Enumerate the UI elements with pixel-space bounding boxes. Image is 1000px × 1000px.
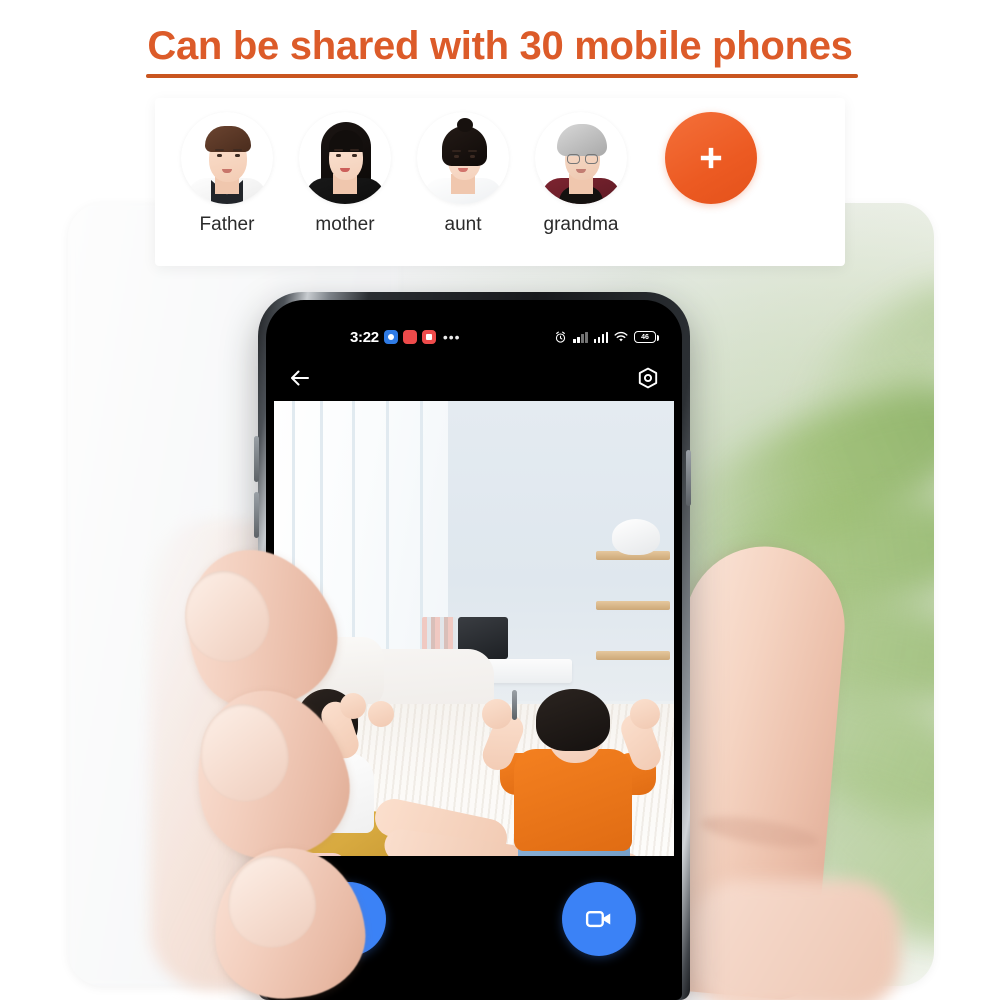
battery-charging-icon: 46 — [634, 331, 659, 343]
messenger-badge-icon — [383, 330, 398, 344]
boy-hand — [482, 699, 512, 729]
volume-button[interactable] — [512, 690, 517, 720]
contact-item-mother[interactable]: mother — [299, 112, 391, 236]
wall-shelf — [596, 651, 670, 660]
contact-item-father[interactable]: Father — [181, 112, 273, 236]
volume-up-button[interactable] — [254, 436, 259, 482]
shared-contacts-card: Father mother aunt grandma — [155, 98, 845, 266]
video-camera-icon — [585, 910, 611, 928]
plus-icon — [700, 147, 722, 169]
page-title: Can be shared with 30 mobile phones — [147, 24, 853, 68]
app-bar — [266, 354, 682, 402]
father-avatar — [181, 112, 273, 204]
alarm-clock-icon — [555, 331, 566, 343]
alert-badge-icon — [402, 330, 417, 344]
contact-label: aunt — [444, 214, 482, 235]
mother-avatar — [299, 112, 391, 204]
boy-hair — [536, 689, 610, 751]
avatar[interactable] — [181, 112, 273, 204]
avatar[interactable] — [535, 112, 627, 204]
contact-label: Father — [199, 214, 255, 235]
aunt-avatar — [417, 112, 509, 204]
wifi-icon — [614, 331, 628, 342]
contact-label: grandma — [543, 214, 619, 235]
recorder-badge-icon — [421, 330, 436, 344]
add-contact-button[interactable] — [665, 112, 757, 204]
avatar[interactable] — [417, 112, 509, 204]
back-arrow-icon[interactable] — [288, 366, 312, 390]
wall-shelf — [596, 601, 670, 610]
avatar[interactable] — [299, 112, 391, 204]
contact-item-grandma[interactable]: grandma — [535, 112, 627, 236]
status-bar: 3:22 ••• 46 — [266, 324, 682, 350]
girl-hand — [368, 701, 394, 727]
boy-shirt — [514, 749, 632, 851]
signal-bars-icon — [593, 331, 608, 343]
settings-gear-icon[interactable] — [636, 366, 660, 390]
promo-banner: Can be shared with 30 mobile phones 3:22 — [0, 0, 1000, 1000]
title-underline — [146, 74, 858, 78]
status-bar-right: 46 — [554, 331, 659, 344]
video-camera-button[interactable] — [562, 882, 636, 956]
boy-hand — [630, 699, 660, 729]
girl-hand — [340, 693, 366, 719]
status-time: 3:22 — [350, 328, 379, 346]
contact-label: mother — [315, 214, 375, 235]
battery-level-label: 46 — [641, 333, 649, 341]
plush-toy — [612, 519, 660, 555]
power-button[interactable] — [686, 450, 691, 506]
signal-bars-icon — [573, 331, 588, 343]
contacts-list: Father mother aunt grandma — [155, 112, 845, 252]
volume-down-button[interactable] — [254, 492, 259, 538]
overflow-dots-icon: ••• — [442, 329, 461, 345]
palm-lower — [690, 880, 900, 1000]
contact-item-aunt[interactable]: aunt — [417, 112, 509, 236]
status-bar-left: 3:22 ••• — [350, 329, 461, 346]
grandma-avatar — [535, 112, 627, 204]
